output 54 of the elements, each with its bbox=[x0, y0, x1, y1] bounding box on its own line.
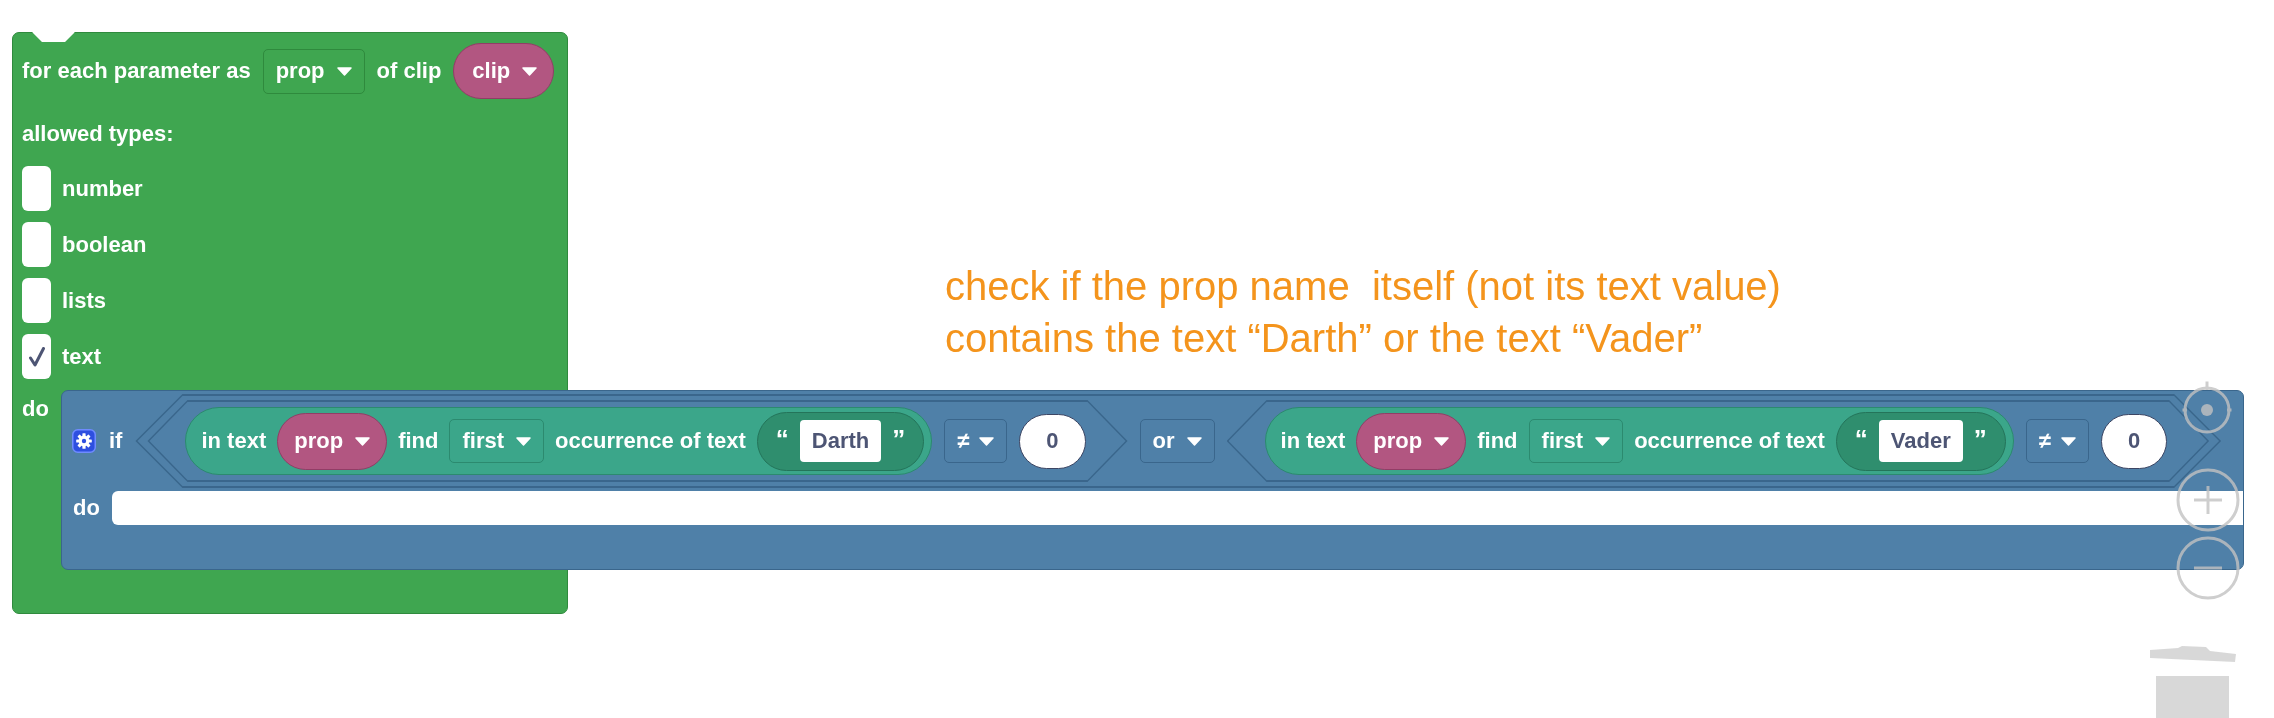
tick-icon bbox=[28, 346, 45, 367]
caret-icon bbox=[516, 436, 532, 446]
text-find-block[interactable]: in text prop find first occurrence of text “ Vader ” bbox=[1264, 407, 2014, 475]
caret-icon bbox=[1434, 436, 1450, 446]
comment-text: check if the prop name itself (not its text value) contains the text “Darth” or the text “Vader” bbox=[945, 263, 1781, 362]
block-label: for each parameter as bbox=[22, 58, 251, 84]
block-label: in text bbox=[1280, 428, 1346, 454]
caret-icon bbox=[2060, 436, 2076, 446]
type-label: boolean bbox=[62, 231, 147, 258]
gear-icon[interactable] bbox=[72, 429, 96, 453]
caret-icon bbox=[336, 66, 352, 76]
type-label: lists bbox=[62, 287, 107, 314]
if-block[interactable]: if in text prop find first occurrence of text “ Darth ” ≠ 0 or in text prop find first occurrence of text “ Vader ” ≠ 0 do bbox=[61, 390, 2245, 570]
checkbox[interactable] bbox=[22, 166, 51, 211]
variable-dropdown[interactable]: prop bbox=[1356, 412, 1467, 470]
logic-dropdown[interactable]: or bbox=[1139, 419, 1215, 463]
text-block[interactable]: “ Vader ” bbox=[1835, 411, 2006, 471]
comparison-dropdown[interactable]: ≠ bbox=[2025, 419, 2089, 463]
block-label: if bbox=[109, 428, 123, 454]
block-label: of clip bbox=[376, 58, 442, 84]
quote-mark: “ bbox=[775, 426, 789, 456]
block-label: do bbox=[73, 495, 100, 521]
zoom-out-icon[interactable] bbox=[2176, 536, 2240, 600]
text-field[interactable]: Darth bbox=[799, 420, 882, 462]
target-icon[interactable] bbox=[2181, 380, 2233, 436]
block-label: find bbox=[398, 428, 439, 454]
quote-mark: “ bbox=[1854, 426, 1868, 456]
checkbox[interactable] bbox=[22, 222, 51, 267]
comparison-dropdown[interactable]: ≠ bbox=[944, 419, 1008, 463]
variable-dropdown[interactable]: clip bbox=[453, 43, 555, 99]
block-label: do bbox=[22, 396, 49, 421]
block-label: occurrence of text bbox=[1634, 428, 1825, 454]
quote-mark: ” bbox=[892, 426, 906, 456]
caret-icon bbox=[355, 436, 371, 446]
compare-block[interactable]: in text prop find first occurrence of text “ Vader ” ≠ 0 bbox=[1226, 400, 2210, 482]
variable-dropdown[interactable]: prop bbox=[277, 412, 388, 470]
text-find-block[interactable]: in text prop find first occurrence of text “ Darth ” bbox=[185, 407, 933, 475]
text-block[interactable]: “ Darth ” bbox=[756, 411, 925, 471]
block-label: allowed types: bbox=[22, 121, 174, 147]
text-field[interactable]: Vader bbox=[1878, 420, 1963, 462]
type-label: text bbox=[62, 343, 102, 370]
number-field[interactable]: 0 bbox=[1019, 413, 1086, 469]
checkbox[interactable] bbox=[22, 334, 51, 379]
block-label: find bbox=[1477, 428, 1518, 454]
caret-icon bbox=[979, 436, 995, 446]
quote-mark: ” bbox=[1973, 426, 1987, 456]
caret-icon bbox=[1186, 436, 1202, 446]
caret-icon bbox=[1595, 436, 1611, 446]
number-field[interactable]: 0 bbox=[2100, 413, 2168, 469]
checkbox[interactable] bbox=[22, 278, 51, 323]
type-label: number bbox=[62, 175, 143, 202]
zoom-in-icon[interactable] bbox=[2176, 468, 2240, 532]
block-label: in text bbox=[201, 428, 267, 454]
caret-icon bbox=[522, 66, 538, 76]
